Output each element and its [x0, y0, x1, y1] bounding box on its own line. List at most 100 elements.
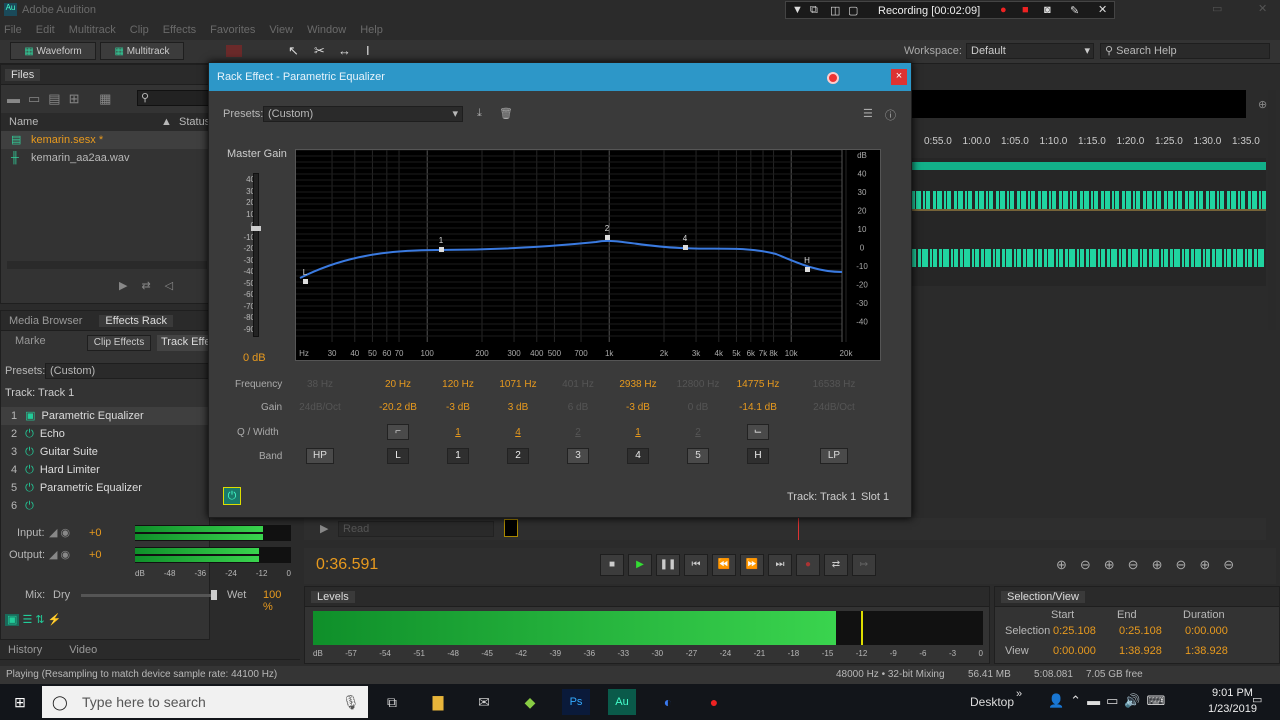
tab-video[interactable]: Video — [69, 644, 97, 656]
save-preset-icon[interactable]: ⤓ — [477, 107, 482, 120]
band-q[interactable]: 2 — [575, 427, 581, 438]
delete-preset-icon[interactable]: 🗑 — [499, 107, 513, 120]
file-playback-controls[interactable]: ▶⇄◁ — [119, 279, 187, 292]
band-gain[interactable]: -3 dB — [446, 402, 470, 413]
close-recording-icon[interactable]: ✕ — [1098, 3, 1107, 16]
rack-tools[interactable]: ▣ ☰ ⇅ ⚡ — [5, 613, 61, 626]
band-gain[interactable]: 0 dB — [688, 402, 709, 413]
dialog-titlebar[interactable]: Rack Effect - Parametric Equalizer × — [209, 63, 911, 91]
mix-slider[interactable] — [81, 590, 217, 600]
clip-effects-tab[interactable]: Clip Effects — [87, 335, 151, 351]
files-search-input[interactable]: ⚲ — [137, 90, 211, 106]
info-icon[interactable]: ⓘ — [885, 107, 896, 123]
menu-favorites[interactable]: Favorites — [210, 24, 255, 36]
headphones-icon[interactable]: ◐ — [654, 689, 682, 715]
band-frequency[interactable]: 12800 Hz — [677, 379, 720, 390]
selection-start[interactable]: 0:25.108 — [1053, 625, 1096, 637]
menu-clip[interactable]: Clip — [130, 24, 149, 36]
file-item[interactable]: ╫ kemarin_aa2aa.wav — [1, 149, 211, 167]
band-frequency[interactable]: 401 Hz — [562, 379, 594, 390]
eq-node[interactable]: 2 — [602, 224, 612, 240]
restore-icon[interactable]: ⧉ — [810, 4, 818, 17]
band-q[interactable]: 1 — [455, 427, 461, 438]
shelf-shape-icon[interactable]: ⌐ — [387, 424, 409, 440]
band-toggle-button[interactable]: L — [387, 448, 409, 464]
band-gain[interactable]: -20.2 dB — [379, 402, 417, 413]
shelf-shape-icon[interactable]: ⌙ — [747, 424, 769, 440]
band-q[interactable]: 2 — [695, 427, 701, 438]
play-icon[interactable]: ▶ — [628, 554, 652, 576]
record-transport-icon[interactable]: ● — [796, 554, 820, 576]
record-icon[interactable]: ● — [1000, 4, 1007, 16]
band-gain[interactable]: 24dB/Oct — [813, 402, 855, 413]
move-tool-icon[interactable]: ↖ — [288, 43, 299, 59]
input-knob-icon[interactable]: ◢ ◉ — [49, 526, 70, 539]
clock-date[interactable]: 1/23/2019 — [1208, 703, 1257, 715]
eq-node[interactable]: H — [802, 256, 812, 272]
band-toggle-button[interactable]: HP — [306, 448, 334, 464]
effect-slot[interactable]: 5 ⏻ Parametric Equalizer — [1, 479, 211, 497]
fast-forward-icon[interactable]: ⏩ — [740, 554, 764, 576]
taskbar-search-input[interactable]: ◯ Type here to search 🎙 — [42, 686, 368, 718]
zoom-controls[interactable]: ⊕⊖⊕⊖⊕⊖⊕⊖ — [1056, 557, 1247, 573]
multitrack-button[interactable]: ▦ Multitrack — [100, 42, 184, 60]
band-frequency[interactable]: 14775 Hz — [737, 379, 780, 390]
task-view-icon[interactable]: ⧉ — [378, 689, 406, 715]
time-select-icon[interactable]: I — [366, 43, 370, 58]
dialog-presets-select[interactable]: (Custom) ▾ — [263, 106, 463, 122]
pen-icon[interactable]: ✎ — [1070, 4, 1079, 17]
timeline-ruler[interactable]: 0:55.0 1:00.0 1:05.0 1:10.0 1:15.0 1:20.0 1:25… — [912, 136, 1268, 152]
band-frequency[interactable]: 120 Hz — [442, 379, 474, 390]
view-end[interactable]: 1:38.928 — [1119, 645, 1162, 657]
skip-end-icon[interactable]: ⏭ — [768, 554, 792, 576]
search-help-input[interactable]: ⚲ Search Help — [1100, 43, 1270, 59]
power-icon[interactable]: ⏻ — [25, 446, 34, 458]
screenshot-icon[interactable]: ◫ — [830, 4, 840, 17]
band-frequency[interactable]: 16538 Hz — [813, 379, 856, 390]
chevron-right-icon[interactable]: » — [1016, 688, 1022, 700]
band-toggle-button[interactable]: 3 — [567, 448, 589, 464]
band-frequency[interactable]: 38 Hz — [307, 379, 333, 390]
rewind-icon[interactable]: ⏪ — [712, 554, 736, 576]
files-tab[interactable]: Files — [5, 69, 41, 81]
menu-multitrack[interactable]: Multitrack — [69, 24, 116, 36]
power-icon[interactable]: ⏻ — [25, 482, 34, 494]
output-knob-icon[interactable]: ◢ ◉ — [49, 548, 70, 561]
effect-slot[interactable]: 6 ⏻ — [1, 497, 211, 515]
loop-icon[interactable]: ⇄ — [824, 554, 848, 576]
file-explorer-icon[interactable]: ▇ — [424, 689, 452, 715]
files-scrollbar[interactable] — [7, 261, 207, 269]
selection-view-tab[interactable]: Selection/View — [1001, 591, 1085, 603]
wet-value[interactable]: 100 % — [263, 589, 281, 613]
stop-record-icon[interactable]: ■ — [1022, 4, 1029, 16]
input-value[interactable]: +0 — [89, 527, 102, 539]
windows-start-icon[interactable]: ⊞ — [6, 689, 34, 715]
window-icon[interactable]: ▢ — [848, 4, 858, 17]
dialog-close-icon[interactable]: × — [891, 69, 907, 85]
eq-node[interactable]: L — [300, 268, 310, 284]
effect-slot[interactable]: 2 ⏻ Echo — [1, 425, 211, 443]
desktop-label[interactable]: Desktop — [970, 695, 1014, 709]
menu-icon[interactable]: ☰ — [863, 107, 873, 120]
tab-media-browser[interactable]: Media Browser — [9, 315, 82, 327]
menu-effects[interactable]: Effects — [163, 24, 196, 36]
expand-icon[interactable]: ▶ — [320, 522, 328, 535]
band-frequency[interactable]: 1071 Hz — [499, 379, 536, 390]
levels-tab[interactable]: Levels — [311, 591, 355, 603]
effect-slot[interactable]: 3 ⏻ Guitar Suite — [1, 443, 211, 461]
razor-tool-icon[interactable]: ✂ — [314, 43, 325, 59]
power-icon[interactable]: ⏻ — [25, 428, 34, 440]
band-gain[interactable]: 24dB/Oct — [299, 402, 341, 413]
audition-icon[interactable]: Au — [608, 689, 636, 715]
band-toggle-button[interactable]: LP — [820, 448, 848, 464]
close-window-icon[interactable]: ✕ — [1258, 2, 1267, 15]
zoom-icon[interactable]: ⊕ — [1258, 98, 1267, 111]
power-icon[interactable]: ⏻ — [25, 500, 34, 512]
band-toggle-button[interactable]: 2 — [507, 448, 529, 464]
band-frequency[interactable]: 2938 Hz — [619, 379, 656, 390]
menu-file[interactable]: File — [4, 24, 22, 36]
overview-bar[interactable] — [912, 90, 1246, 118]
stop-icon[interactable]: ■ — [600, 554, 624, 576]
file-item[interactable]: ▤ kemarin.sesx * — [1, 131, 211, 149]
pause-icon[interactable]: ❚❚ — [656, 554, 680, 576]
